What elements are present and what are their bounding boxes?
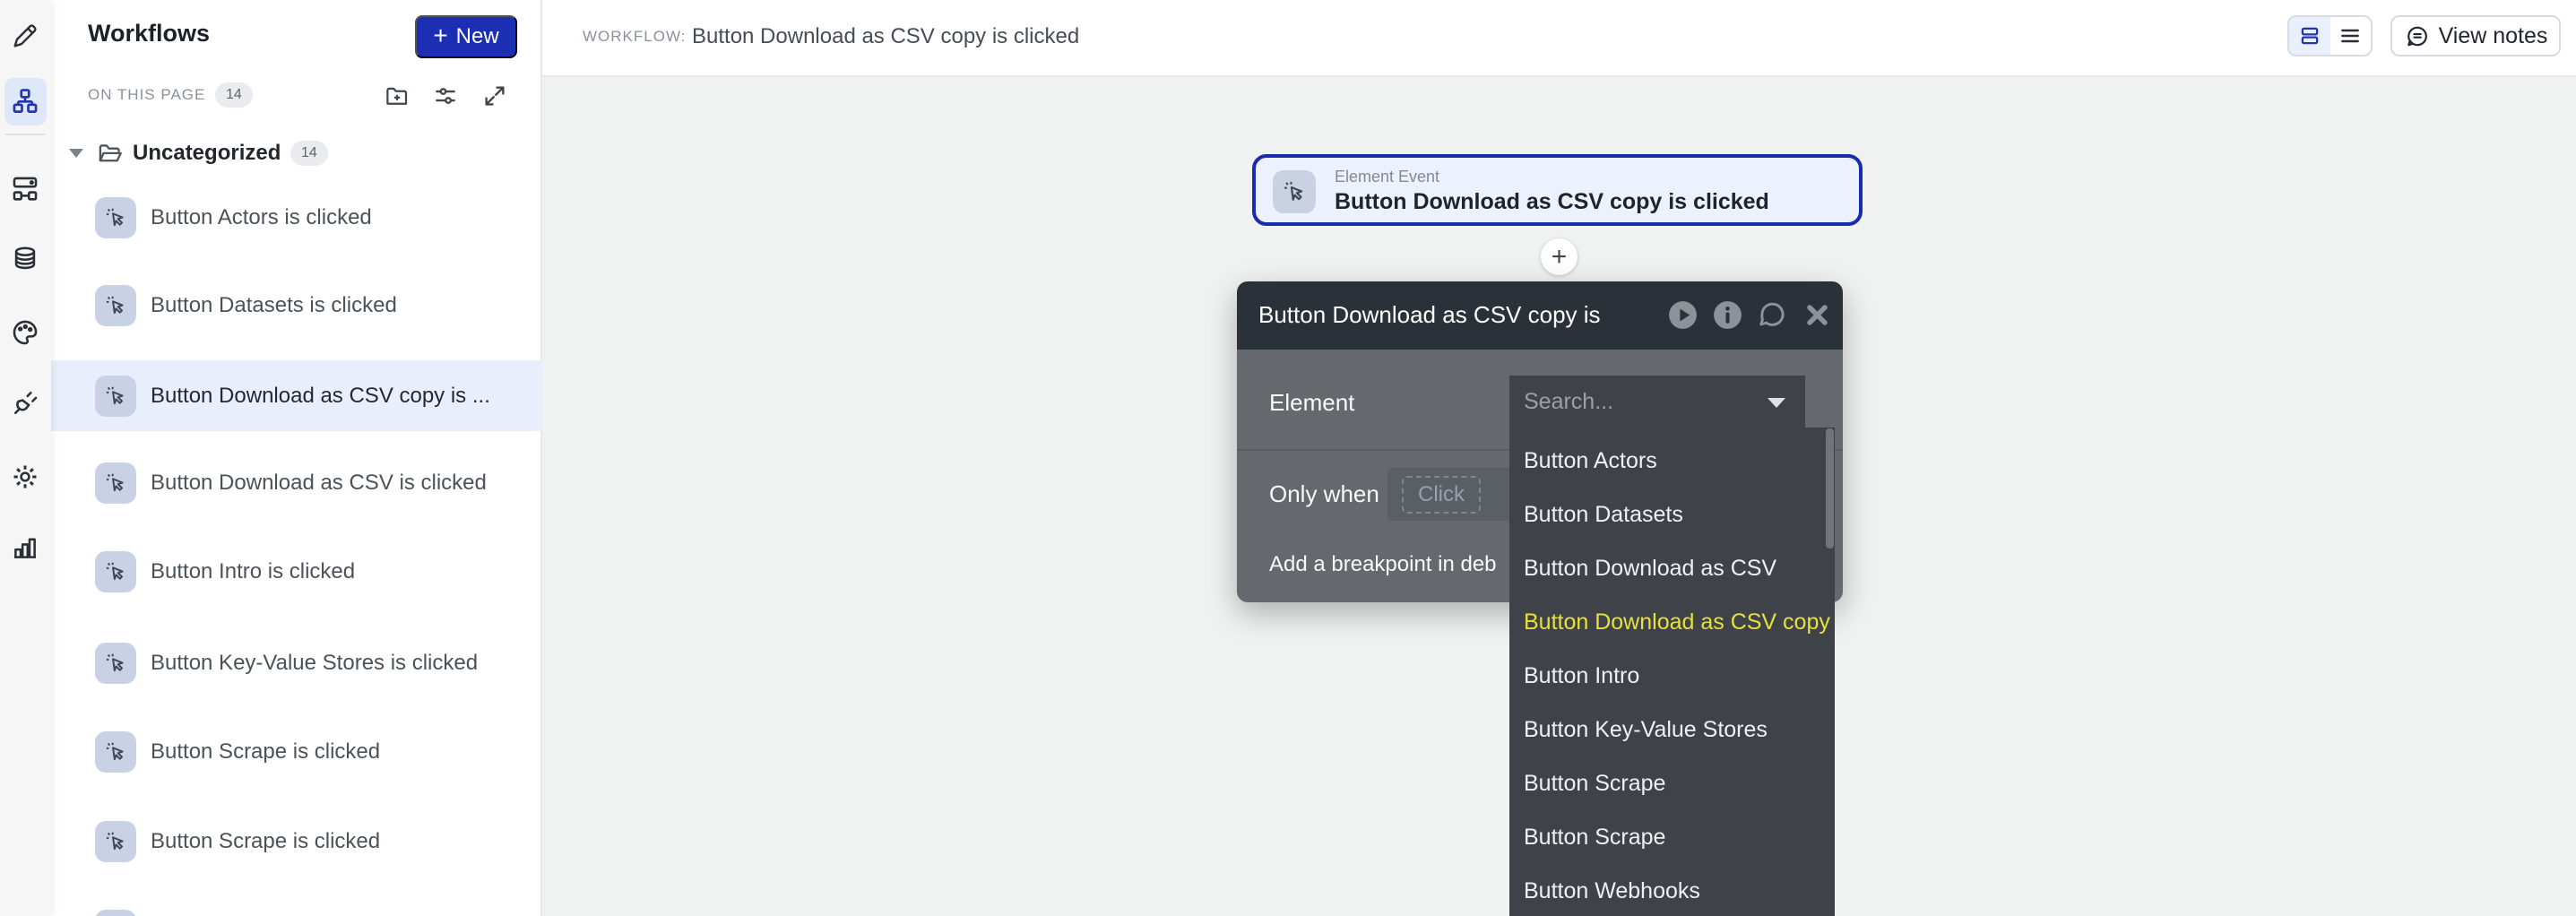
cursor-click-icon bbox=[95, 197, 136, 238]
notes-bubble-icon bbox=[2404, 23, 2430, 49]
list-view-toggle[interactable] bbox=[2330, 17, 2372, 55]
cursor-click-icon bbox=[95, 643, 136, 684]
app-root: Workflows + New ON THIS PAGE 14 bbox=[0, 0, 2576, 916]
workflow-list-item-partial-icon bbox=[95, 910, 136, 916]
bar-chart-icon[interactable] bbox=[10, 532, 40, 563]
plus-icon: + bbox=[433, 22, 447, 50]
cursor-click-icon bbox=[95, 821, 136, 862]
cursor-click-icon bbox=[95, 376, 136, 417]
workflow-list-item-selected[interactable]: Button Download as CSV copy is ... bbox=[51, 360, 542, 431]
modal-header-actions bbox=[1666, 298, 1834, 332]
element-field-label: Element bbox=[1269, 389, 1354, 417]
workflow-list-item[interactable]: Button Actors is clicked bbox=[51, 182, 542, 253]
element-option[interactable]: Button Actors bbox=[1509, 434, 1835, 488]
cursor-click-icon bbox=[95, 731, 136, 773]
view-notes-button[interactable]: View notes bbox=[2390, 15, 2561, 56]
cursor-click-icon bbox=[95, 285, 136, 326]
element-option[interactable]: Button Datasets bbox=[1509, 488, 1835, 541]
new-button-label: New bbox=[456, 24, 499, 49]
cursor-click-icon bbox=[95, 462, 136, 504]
workflow-breadcrumb-title: Button Download as CSV copy is clicked bbox=[692, 24, 1079, 49]
workflow-list-item[interactable]: Button Datasets is clicked bbox=[51, 270, 542, 341]
edit-pencil-icon[interactable] bbox=[10, 21, 40, 51]
element-event-node[interactable]: Element Event Button Download as CSV cop… bbox=[1252, 154, 1863, 226]
sidebar-title: Workflows bbox=[88, 20, 210, 48]
workflow-breadcrumb-label: WORKFLOW: bbox=[583, 28, 686, 46]
only-when-label: Only when bbox=[1269, 480, 1379, 508]
on-this-page-count-badge: 14 bbox=[215, 82, 253, 108]
topbar: WORKFLOW: Button Download as CSV copy is… bbox=[542, 0, 2576, 77]
workflow-list-item[interactable]: Button Download as CSV is clicked bbox=[51, 447, 542, 518]
node-type-label: Element Event bbox=[1335, 168, 1439, 186]
chevron-down-icon[interactable] bbox=[1768, 398, 1785, 408]
database-icon[interactable] bbox=[10, 245, 40, 275]
on-this-page-label: ON THIS PAGE bbox=[88, 86, 205, 104]
filter-settings-icon[interactable] bbox=[432, 82, 459, 109]
element-option[interactable]: Button Intro bbox=[1509, 649, 1835, 703]
gear-icon[interactable] bbox=[10, 462, 40, 492]
close-icon[interactable] bbox=[1801, 298, 1834, 332]
element-option[interactable]: Button Webhooks bbox=[1509, 864, 1835, 916]
cursor-click-icon bbox=[1273, 170, 1316, 213]
automation-nodes-icon[interactable] bbox=[10, 174, 40, 204]
modal-title: Button Download as CSV copy is bbox=[1258, 301, 1601, 329]
dropdown-scrollbar-thumb[interactable] bbox=[1826, 428, 1834, 549]
element-options-list: Button Actors Button Datasets Button Dow… bbox=[1509, 428, 1835, 916]
folder-collapse-caret[interactable] bbox=[69, 149, 83, 158]
list-view-icon bbox=[2338, 24, 2362, 48]
plug-icon[interactable] bbox=[10, 388, 40, 419]
element-option[interactable]: Button Scrape bbox=[1509, 756, 1835, 810]
view-notes-label: View notes bbox=[2439, 23, 2548, 49]
workflow-list-item[interactable]: Button Scrape is clicked bbox=[51, 806, 542, 877]
workflow-list-item[interactable]: Button Scrape is clicked bbox=[51, 716, 542, 787]
nav-rail bbox=[0, 0, 51, 916]
play-icon[interactable] bbox=[1666, 298, 1699, 332]
workflow-list-item[interactable]: Button Key-Value Stores is clicked bbox=[51, 627, 542, 698]
node-title: Button Download as CSV copy is clicked bbox=[1335, 189, 1769, 215]
element-search-box bbox=[1509, 376, 1805, 428]
expand-icon[interactable] bbox=[481, 82, 508, 109]
card-view-toggle[interactable] bbox=[2289, 17, 2330, 55]
new-folder-icon[interactable] bbox=[384, 82, 411, 109]
breakpoint-option-label[interactable]: Add a breakpoint in deb bbox=[1269, 552, 1497, 577]
card-view-icon bbox=[2298, 24, 2321, 48]
open-folder-icon bbox=[97, 140, 125, 168]
modal-header: Button Download as CSV copy is bbox=[1237, 281, 1843, 350]
rail-divider bbox=[5, 134, 46, 135]
folder-count-badge: 14 bbox=[290, 141, 328, 166]
palette-icon[interactable] bbox=[10, 317, 40, 348]
folder-name[interactable]: Uncategorized bbox=[133, 141, 281, 166]
workflows-sitemap-icon[interactable] bbox=[10, 87, 40, 117]
workflow-list-item[interactable]: Button Intro is clicked bbox=[51, 536, 542, 607]
view-mode-toggle bbox=[2287, 15, 2373, 56]
element-option[interactable]: Button Download as CSV bbox=[1509, 541, 1835, 595]
comment-icon[interactable] bbox=[1756, 298, 1789, 332]
click-event-button[interactable]: Click bbox=[1402, 476, 1481, 514]
add-step-button[interactable]: + bbox=[1541, 238, 1578, 275]
new-workflow-button[interactable]: + New bbox=[415, 15, 517, 58]
element-option-selected[interactable]: Button Download as CSV copy bbox=[1509, 595, 1835, 649]
element-option[interactable]: Button Scrape bbox=[1509, 810, 1835, 864]
element-search-input[interactable] bbox=[1524, 376, 1748, 428]
info-icon[interactable] bbox=[1711, 298, 1744, 332]
workflows-sidebar: Workflows + New ON THIS PAGE 14 bbox=[51, 0, 542, 916]
cursor-click-icon bbox=[95, 551, 136, 592]
element-option[interactable]: Button Key-Value Stores bbox=[1509, 703, 1835, 756]
